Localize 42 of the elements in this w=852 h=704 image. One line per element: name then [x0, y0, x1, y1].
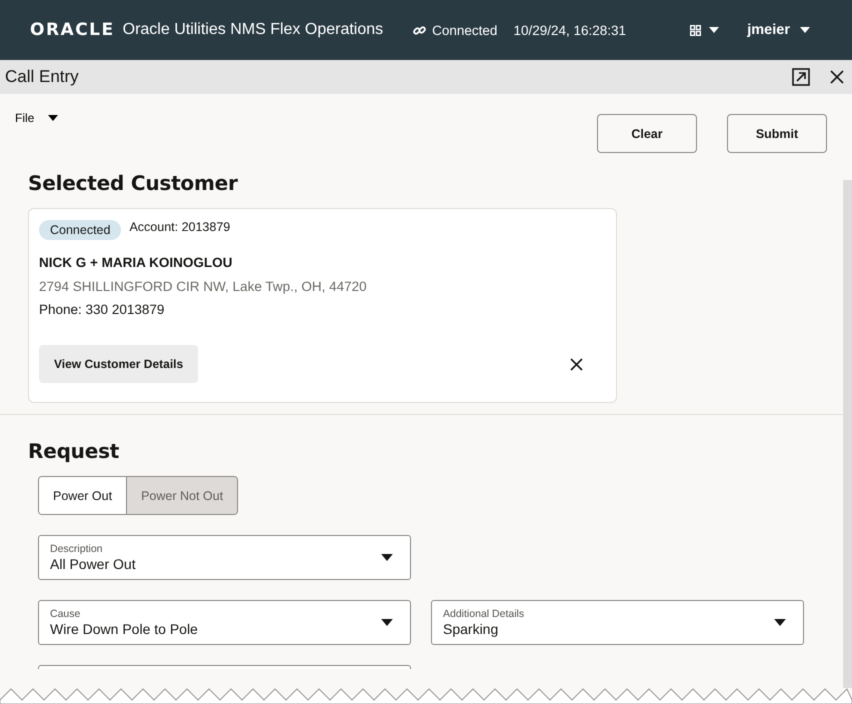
caret-icon [48, 115, 58, 121]
select-field[interactable]: Description All Power Out [38, 535, 411, 580]
select-field[interactable] [38, 665, 411, 669]
popout-icon[interactable] [792, 68, 810, 86]
select-field[interactable]: Additional Details Sparking [431, 600, 804, 645]
select-field[interactable]: Cause Wire Down Pole to Pole [38, 600, 411, 645]
section-heading: Selected Customer [28, 171, 239, 195]
clear-button[interactable]: Clear [597, 114, 697, 153]
field-label: Additional Details [443, 608, 526, 620]
customer-address: 2794 SHILLINGFORD CIR NW, Lake Twp., OH, 44720 [39, 279, 368, 294]
apps-menu-button[interactable] [690, 24, 720, 36]
field-label: Cause [50, 608, 82, 620]
connection-status: Connected [432, 22, 498, 38]
customer-phone: Phone: 330 2013879 [39, 302, 166, 317]
field-value: Sparking [443, 621, 500, 637]
customer-name: NICK G + MARIA KOINOGLOU [39, 255, 234, 270]
file-menu[interactable]: File [15, 110, 597, 126]
submit-button[interactable]: Submit [727, 114, 827, 153]
link-icon [413, 24, 426, 36]
toggle-option[interactable]: Power Not Out [126, 477, 238, 514]
field-label: Description [50, 543, 104, 555]
field-value: Wire Down Pole to Pole [50, 621, 199, 637]
user-menu-button[interactable]: jmeier [747, 22, 810, 38]
panel-title: Call Entry [5, 67, 80, 87]
caret-icon [381, 619, 393, 626]
account-number: Account: 2013879 [129, 220, 230, 234]
caret-icon [774, 619, 786, 626]
caret-icon [709, 27, 720, 33]
oracle-logo: ORACLE [30, 20, 115, 40]
close-icon[interactable] [830, 70, 844, 84]
close-icon[interactable] [570, 358, 583, 371]
caret-icon [800, 27, 810, 33]
toggle-option[interactable]: Power Out [39, 477, 126, 514]
caret-icon [381, 554, 393, 561]
product-name: Oracle Utilities NMS Flex Operations [122, 21, 384, 39]
view-details-button[interactable]: View Customer Details [39, 345, 198, 383]
scrollbar[interactable] [843, 180, 852, 688]
section-heading: Request [28, 439, 120, 463]
status-badge: Connected [39, 220, 122, 240]
grid-icon [690, 24, 702, 36]
field-value: All Power Out [50, 556, 137, 572]
date-time: 10/29/24, 16:28:31 [513, 22, 628, 38]
